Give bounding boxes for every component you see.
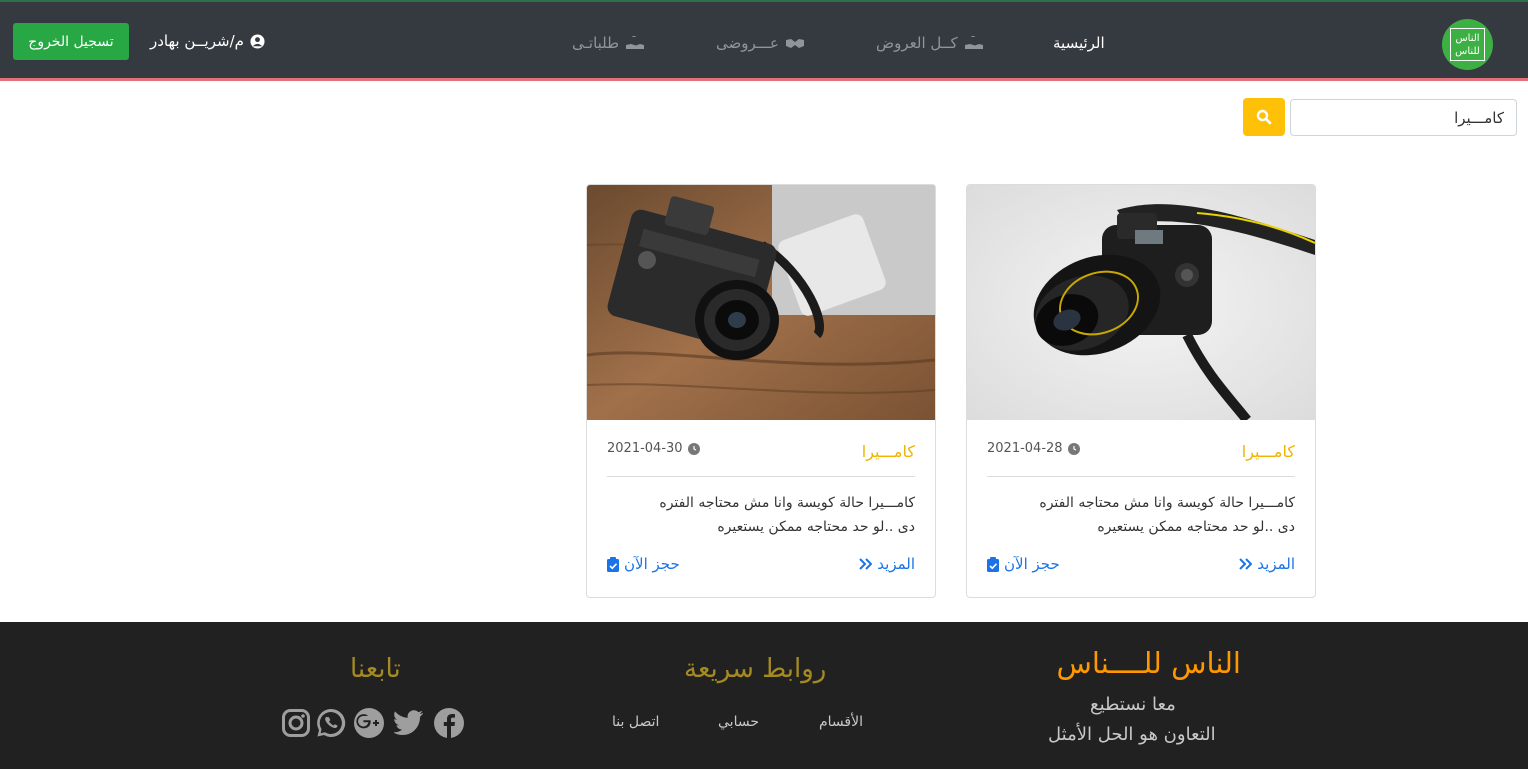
nav-my-offers[interactable]: عـــروضى xyxy=(716,32,805,54)
card-desc-line-1: كامـــيرا حالة كويسة وانا مش محتاجه الفت… xyxy=(659,495,915,511)
offer-card: كامـــيرا 2021-04-30 كامـــيرا حالة كويس… xyxy=(586,184,936,598)
card-more-label: المزيد xyxy=(1257,555,1295,573)
nav-my-requests-label: طلباتـى xyxy=(572,34,620,52)
card-more-link[interactable]: المزيد xyxy=(859,555,915,573)
whatsapp-icon[interactable] xyxy=(316,708,346,738)
card-date: 2021-04-30 xyxy=(607,441,700,456)
footer-link-categories[interactable]: الأقسام xyxy=(819,714,863,730)
site-footer: الناس للــــناس معا نستطيع التعاون هو ال… xyxy=(0,622,1528,769)
footer-link-account[interactable]: حسابي xyxy=(718,714,759,730)
site-logo[interactable]: الناس للناس xyxy=(1442,19,1493,70)
footer-brand: الناس للــــناس xyxy=(1056,646,1241,680)
clipboard-check-icon xyxy=(987,556,999,572)
logo-line-2: للناس xyxy=(1455,45,1480,57)
nav-all-offers[interactable]: كــل العروض xyxy=(876,32,984,54)
clock-icon xyxy=(687,442,700,455)
angle-double-right-icon xyxy=(859,558,873,570)
top-navbar: الناس للناس الرئيسية كــل العروض عـــروض… xyxy=(0,0,1528,81)
card-date-text: 2021-04-28 xyxy=(987,441,1063,456)
hand-holding-icon xyxy=(626,36,645,49)
hand-holding-icon xyxy=(964,36,983,49)
nav-my-offers-label: عـــروضى xyxy=(716,34,779,52)
card-date-text: 2021-04-30 xyxy=(607,441,683,456)
search-button[interactable] xyxy=(1243,98,1285,136)
instagram-icon[interactable] xyxy=(281,708,311,738)
card-description: كامـــيرا حالة كويسة وانا مش محتاجه الفت… xyxy=(605,491,915,539)
user-circle-icon xyxy=(250,33,265,49)
card-more-link[interactable]: المزيد xyxy=(1239,555,1295,573)
nav-my-requests[interactable]: طلباتـى xyxy=(572,32,645,54)
facebook-icon[interactable] xyxy=(434,708,464,738)
card-desc-line-2: دى ..لو حد محتاجه ممكن يستعيره xyxy=(1097,519,1295,535)
card-desc-line-2: دى ..لو حد محتاجه ممكن يستعيره xyxy=(717,519,915,535)
footer-tagline-2: التعاون هو الحل الأمثل xyxy=(1048,724,1216,745)
card-date: 2021-04-28 xyxy=(987,441,1080,456)
clipboard-check-icon xyxy=(607,556,619,572)
search-icon xyxy=(1256,109,1272,125)
card-book-label: حجز الآن xyxy=(624,555,680,573)
logout-button[interactable]: تسجيل الخروج xyxy=(13,23,129,60)
nav-home-label: الرئيسية xyxy=(1053,34,1105,52)
angle-double-right-icon xyxy=(1239,558,1253,570)
handshake-icon xyxy=(785,39,804,48)
card-book-label: حجز الآن xyxy=(1004,555,1060,573)
card-divider xyxy=(987,476,1295,477)
clock-icon xyxy=(1067,442,1080,455)
footer-tagline-1: معا نستطيع xyxy=(1090,694,1176,715)
follow-us-heading: تابعنا xyxy=(350,654,401,684)
offer-card: كامـــيرا 2021-04-28 كامـــيرا حالة كويس… xyxy=(966,184,1316,598)
card-description: كامـــيرا حالة كويسة وانا مش محتاجه الفت… xyxy=(985,491,1295,539)
nav-all-offers-label: كــل العروض xyxy=(876,34,958,52)
card-book-link[interactable]: حجز الآن xyxy=(607,555,680,573)
camera-photo xyxy=(967,185,1315,420)
card-category[interactable]: كامـــيرا xyxy=(862,442,915,461)
google-plus-icon[interactable] xyxy=(354,708,384,738)
logo-line-1: الناس xyxy=(1455,32,1480,44)
logo-text: الناس للناس xyxy=(1450,28,1485,61)
camera-photo xyxy=(587,185,935,420)
quick-links-heading: روابط سريعة xyxy=(684,654,827,684)
card-divider xyxy=(607,476,915,477)
card-book-link[interactable]: حجز الآن xyxy=(987,555,1060,573)
card-desc-line-1: كامـــيرا حالة كويسة وانا مش محتاجه الفت… xyxy=(1039,495,1295,511)
card-category[interactable]: كامـــيرا xyxy=(1242,442,1295,461)
user-profile-link[interactable]: م/شريــن بهادر xyxy=(150,32,265,50)
user-name: م/شريــن بهادر xyxy=(150,32,244,50)
search-input[interactable] xyxy=(1290,99,1517,136)
card-more-label: المزيد xyxy=(877,555,915,573)
twitter-icon[interactable] xyxy=(394,708,424,738)
footer-link-contact[interactable]: اتصل بنا xyxy=(612,714,659,730)
nav-home[interactable]: الرئيسية xyxy=(1053,32,1105,54)
